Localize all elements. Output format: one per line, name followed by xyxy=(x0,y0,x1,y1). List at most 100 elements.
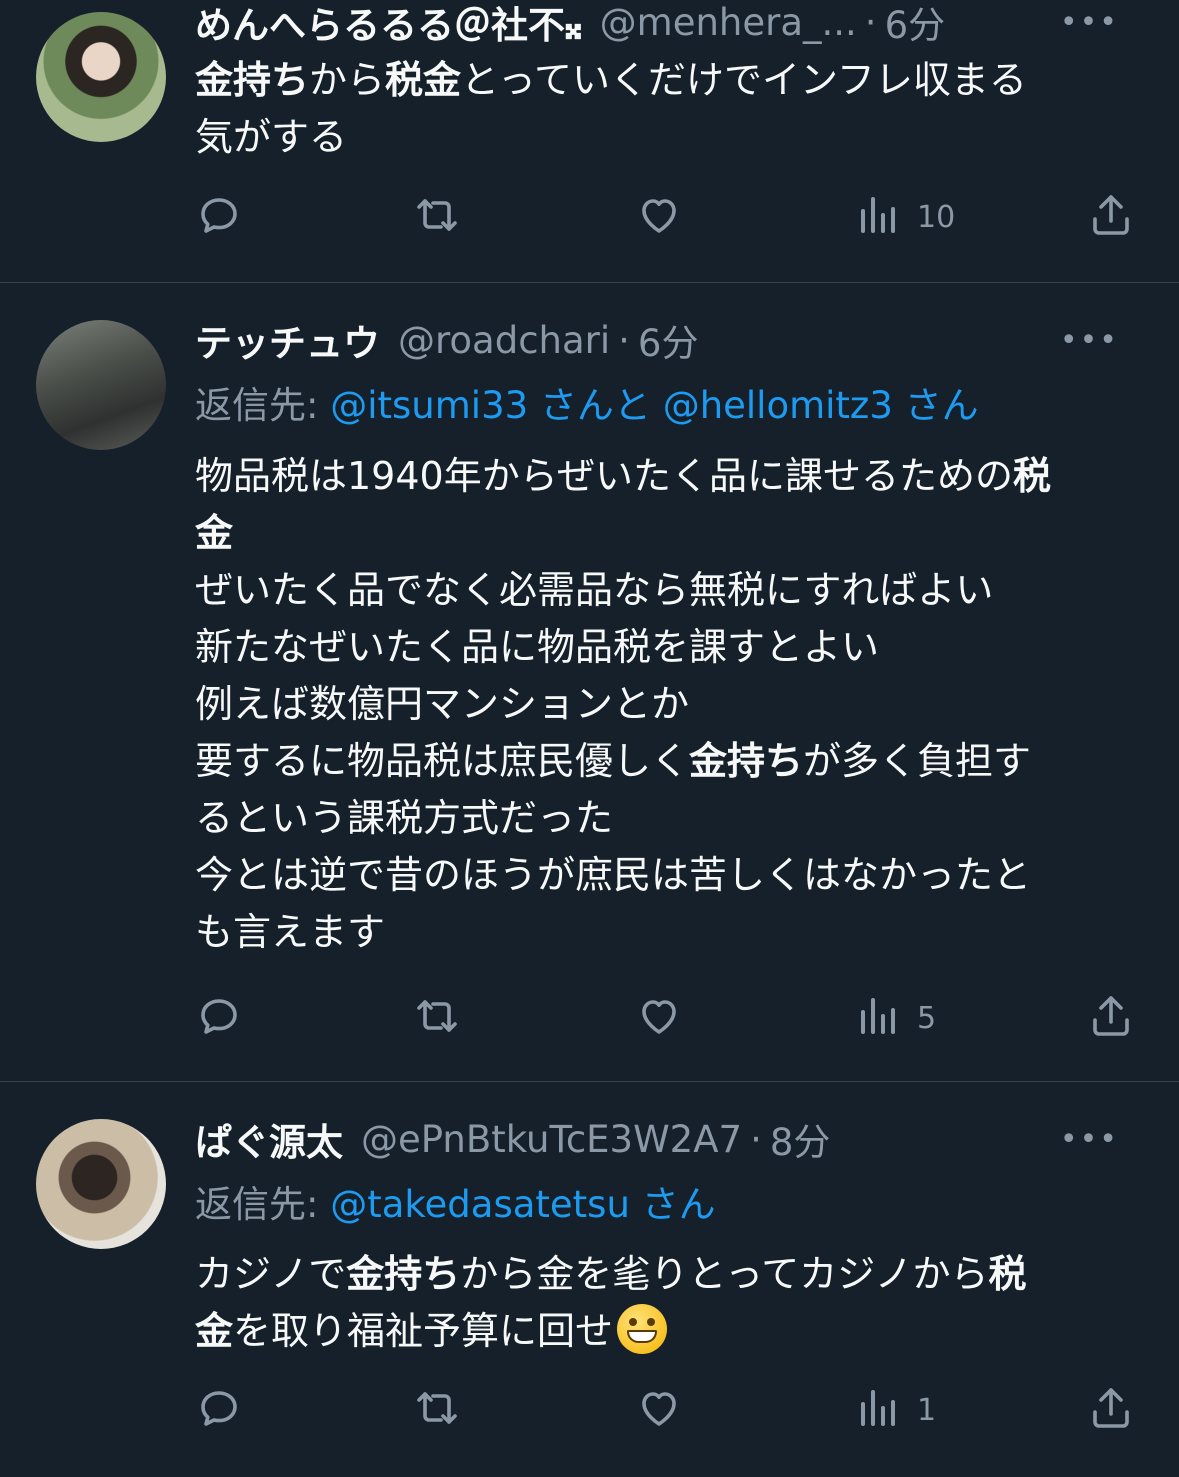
text-segment: 物品税は1940年からぜいたく品に課せるための xyxy=(195,454,1013,498)
text-segment: カジノで xyxy=(195,1252,347,1296)
mention-link[interactable]: @hellomitz3 xyxy=(663,384,893,427)
mention-suffix[interactable]: さんと xyxy=(540,384,651,427)
avatar[interactable] xyxy=(36,1119,166,1249)
tweet-text: 物品税は1940年からぜいたく品に課せるための税金ぜいたく品でなく必需品なら無税… xyxy=(195,448,1145,961)
reply-icon xyxy=(195,992,243,1044)
text-line: 金持ちから税金とっていくだけでインフレ収まる xyxy=(195,52,1145,109)
highlighted-keyword: 税 xyxy=(988,1252,1027,1296)
text-segment: 例えば数億円マンションとか xyxy=(195,682,690,726)
retweet-icon xyxy=(413,1384,461,1436)
user-handle[interactable]: @roadchari xyxy=(398,319,610,362)
separator: · xyxy=(618,318,630,362)
share-icon xyxy=(1087,191,1135,243)
reply-button[interactable] xyxy=(195,1385,243,1435)
text-segment: るという課税方式だった xyxy=(195,796,614,840)
text-line: 今とは逆で昔のほうが庶民は苦しくはなかったと xyxy=(195,847,1145,904)
text-line: ぜいたく品でなく必需品なら無税にすればよい xyxy=(195,562,1145,619)
like-button[interactable] xyxy=(635,1385,683,1435)
mention-suffix[interactable]: さん xyxy=(905,384,979,427)
text-segment: を取り福祉予算に回せ xyxy=(233,1309,614,1353)
text-segment: 新たなぜいたく品に物品税を課すとよい xyxy=(195,625,880,669)
text-line: 気がする xyxy=(195,109,1145,166)
text-line: 金 xyxy=(195,505,1145,562)
tweet-text: 金持ちから税金とっていくだけでインフレ収まる気がする xyxy=(195,52,1145,166)
like-icon xyxy=(635,191,683,243)
highlighted-keyword: 金 xyxy=(195,1309,234,1353)
share-button[interactable] xyxy=(1087,993,1135,1043)
text-line: 要するに物品税は庶民優しく金持ちが多く負担す xyxy=(195,733,1145,790)
like-button[interactable] xyxy=(635,993,683,1043)
avatar[interactable] xyxy=(36,12,166,142)
user-handle[interactable]: @ePnBtkuTcE3W2A7 xyxy=(361,1118,742,1161)
share-icon xyxy=(1087,1384,1135,1436)
reply-to-line: 返信先: @takedasatetsu さん xyxy=(195,1174,716,1228)
timestamp[interactable]: 6分 xyxy=(885,0,946,49)
reply-button[interactable] xyxy=(195,993,243,1043)
views-count: 1 xyxy=(917,1392,937,1428)
views-icon xyxy=(855,1384,903,1436)
reply-to-line: 返信先: @itsumi33 さんと @hellomitz3 さん xyxy=(195,375,979,429)
text-line: 金を取り福祉予算に回せ xyxy=(195,1303,1145,1360)
views-icon xyxy=(855,992,903,1044)
mention-link[interactable]: @itsumi33 xyxy=(330,384,528,427)
like-icon xyxy=(635,992,683,1044)
mention-link[interactable]: @takedasatetsu xyxy=(330,1183,630,1226)
grinning-face-emoji xyxy=(617,1304,668,1354)
highlighted-keyword: 金持ち xyxy=(195,58,310,102)
highlighted-keyword: 金持ち xyxy=(689,739,804,783)
tweet[interactable]: めんへらるるる＠社不𝄪 @menhera_... · 6分 ••• 金持ちから税… xyxy=(0,0,1179,282)
text-segment: ぜいたく品でなく必需品なら無税にすればよい xyxy=(195,568,994,612)
text-line: カジノで金持ちから金を毟りとってカジノから税 xyxy=(195,1246,1145,1303)
text-segment: 要するに物品税は庶民優しく xyxy=(195,739,690,783)
reply-to-label: 返信先: xyxy=(195,384,319,427)
text-segment: とっていくだけでインフレ収まる xyxy=(461,58,1027,102)
mention-suffix[interactable]: さん xyxy=(642,1183,716,1226)
timestamp[interactable]: 8分 xyxy=(770,1112,831,1166)
like-button[interactable] xyxy=(635,192,683,242)
more-options-icon[interactable]: ••• xyxy=(1060,5,1119,40)
text-segment: から金を毟りとってカジノから xyxy=(460,1252,989,1296)
tweet-text: カジノで金持ちから金を毟りとってカジノから税 金を取り福祉予算に回せ xyxy=(195,1246,1145,1360)
share-icon xyxy=(1087,992,1135,1044)
text-segment: から xyxy=(309,58,386,102)
highlighted-keyword: 金持ち xyxy=(346,1252,461,1296)
display-name[interactable]: テッチュウ xyxy=(195,313,380,367)
reply-button[interactable] xyxy=(195,192,243,242)
reply-to-label: 返信先: xyxy=(195,1183,319,1226)
tweet[interactable]: テッチュウ @roadchari · 6分 ••• 返信先: @itsumi33… xyxy=(0,283,1179,1080)
display-name[interactable]: ぱぐ源太 xyxy=(195,1112,343,1166)
user-handle[interactable]: @menhera_... xyxy=(600,1,857,44)
reply-icon xyxy=(195,191,243,243)
more-options-icon[interactable]: ••• xyxy=(1060,1122,1119,1157)
timestamp[interactable]: 6分 xyxy=(638,313,699,367)
text-segment: も言えます xyxy=(195,910,386,954)
like-icon xyxy=(635,1384,683,1436)
views-button[interactable]: 1 xyxy=(855,1385,936,1435)
retweet-button[interactable] xyxy=(413,993,461,1043)
text-segment: 今とは逆で昔のほうが庶民は苦しくはなかったと xyxy=(195,853,1032,897)
tweet[interactable]: ぱぐ源太 @ePnBtkuTcE3W2A7 · 8分 ••• 返信先: @tak… xyxy=(0,1082,1179,1477)
text-line: も言えます xyxy=(195,904,1145,961)
text-line: 例えば数億円マンションとか xyxy=(195,676,1145,733)
text-line: るという課税方式だった xyxy=(195,790,1145,847)
highlighted-keyword: 金 xyxy=(195,511,234,555)
more-options-icon[interactable]: ••• xyxy=(1060,323,1119,358)
share-button[interactable] xyxy=(1087,1385,1135,1435)
views-icon xyxy=(855,191,903,243)
highlighted-keyword: 税金 xyxy=(385,58,462,102)
action-bar: 1 xyxy=(195,1385,1145,1435)
retweet-icon xyxy=(413,191,461,243)
views-count: 10 xyxy=(917,199,956,235)
views-button[interactable]: 10 xyxy=(855,192,955,242)
display-name[interactable]: めんへらるるる＠社不𝄪 xyxy=(195,0,582,49)
share-button[interactable] xyxy=(1087,192,1135,242)
retweet-button[interactable] xyxy=(413,1385,461,1435)
views-button[interactable]: 5 xyxy=(855,993,936,1043)
action-bar: 5 xyxy=(195,993,1145,1043)
action-bar: 10 xyxy=(195,192,1145,242)
separator: · xyxy=(750,1117,762,1161)
avatar[interactable] xyxy=(36,320,166,450)
text-segment: 気がする xyxy=(195,115,348,159)
text-line: 新たなぜいたく品に物品税を課すとよい xyxy=(195,619,1145,676)
retweet-button[interactable] xyxy=(413,192,461,242)
